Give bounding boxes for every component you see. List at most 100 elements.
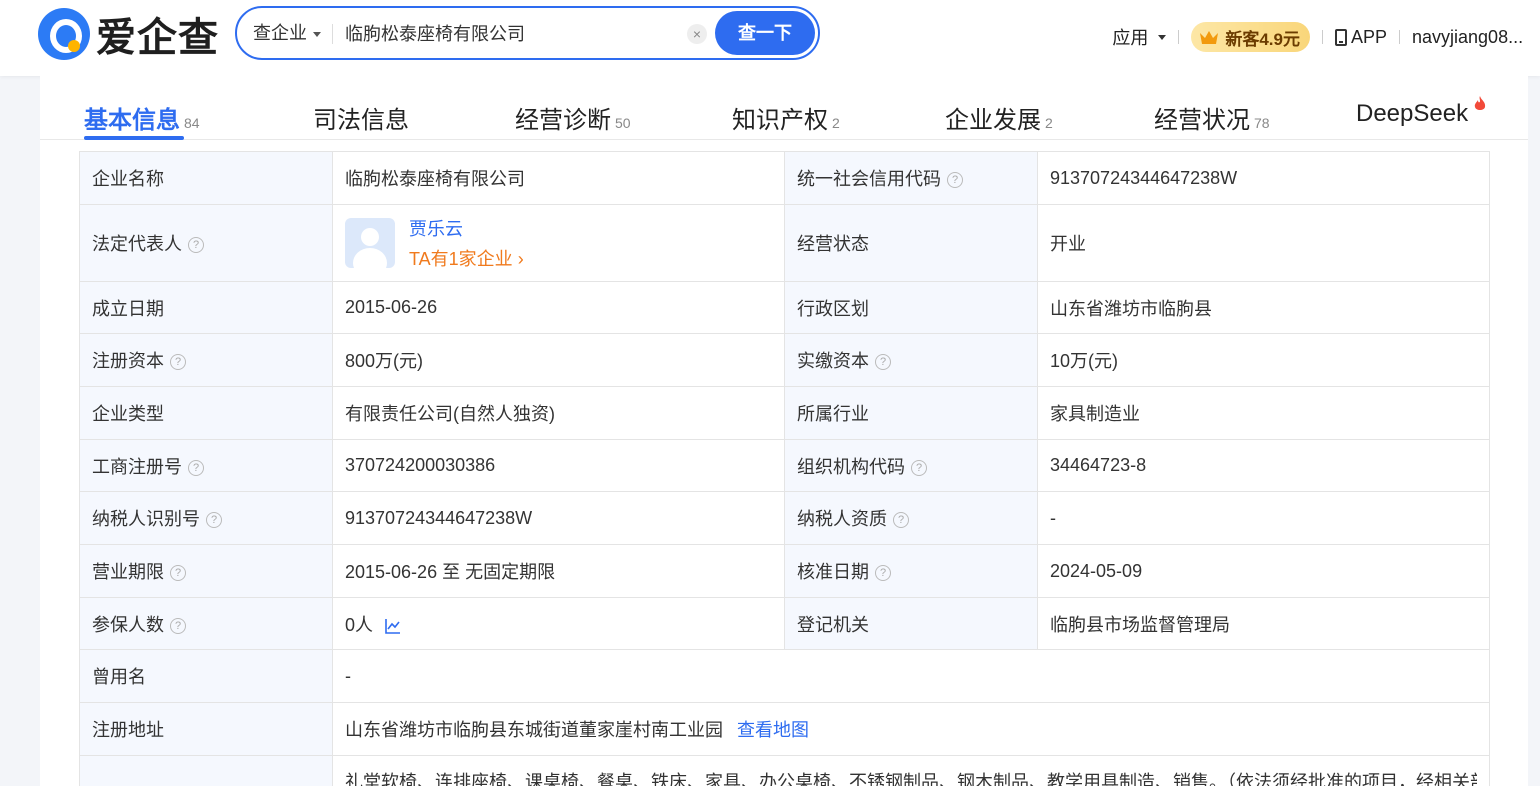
tab-judicial-info[interactable]: 司法信息 [313, 100, 409, 135]
help-icon[interactable]: ? [947, 172, 963, 189]
insured-value: 0人 [332, 597, 785, 650]
insured-count: 0人 [345, 614, 374, 635]
fire-icon [1474, 96, 1486, 110]
tab-count: 2 [1045, 115, 1053, 131]
chevron-down-icon [313, 31, 321, 37]
nav-divider [1399, 30, 1400, 44]
credit-code-label-text: 统一社会信用代码 [797, 169, 941, 189]
apps-menu[interactable]: 应用 [1112, 24, 1167, 50]
credit-code-value: 91370724344647238W [1037, 151, 1490, 205]
app-download-link[interactable]: APP [1334, 26, 1387, 48]
industry-label: 所属行业 [784, 386, 1038, 440]
tab-deepseek[interactable]: DeepSeek [1356, 96, 1486, 128]
search-input[interactable] [345, 18, 675, 48]
active-tab-indicator [84, 136, 184, 140]
help-icon[interactable]: ? [911, 459, 927, 476]
tab-count: 84 [184, 115, 200, 131]
vip-promo-button[interactable]: 新客4.9元 [1191, 22, 1310, 52]
table-row: 企业类型 有限责任公司(自然人独资) 所属行业 家具制造业 [79, 386, 1490, 440]
insured-label: 参保人数? [79, 597, 333, 650]
approval-date-label: 核准日期? [784, 544, 1038, 598]
clear-icon[interactable]: × [687, 24, 707, 44]
credit-code-label: 统一社会信用代码? [784, 151, 1038, 205]
taxpayer-qual-label-text: 纳税人资质 [797, 509, 887, 529]
business-scope-text: 礼堂软椅、连排座椅、课桌椅、餐桌、铁床、家具、办公桌椅、不锈钢制品、钢木制品、教… [345, 772, 1477, 786]
taxpayer-qual-label: 纳税人资质? [784, 491, 1038, 545]
biz-reg-no-label-text: 工商注册号 [92, 456, 182, 477]
table-row: 工商注册号? 370724200030386 组织机构代码? 34464723-… [79, 439, 1490, 492]
tab-business-diagnosis[interactable]: 经营诊断 50 [515, 100, 631, 135]
tab-count: 78 [1254, 115, 1270, 131]
tab-label: 经营诊断 [515, 107, 611, 134]
taxpayer-qual-value: - [1037, 491, 1490, 545]
logo[interactable]: 爱企查 [38, 8, 219, 60]
search-divider [332, 24, 333, 44]
legal-rep-name-link[interactable]: 贾乐云 [409, 215, 524, 241]
org-code-label: 组织机构代码? [784, 439, 1038, 492]
help-icon[interactable]: ? [188, 459, 204, 476]
insured-label-text: 参保人数 [92, 614, 164, 635]
paid-capital-label-text: 实缴资本 [797, 351, 869, 371]
founded-label: 成立日期 [79, 281, 333, 334]
crown-icon [1200, 31, 1219, 44]
reg-capital-value: 800万(元) [332, 333, 785, 387]
legal-rep-companies-text: TA有1家企业 [409, 249, 513, 269]
apps-menu-label: 应用 [1112, 28, 1149, 48]
approval-date-label-text: 核准日期 [797, 562, 869, 582]
table-row: 成立日期 2015-06-26 行政区划 山东省潍坊市临朐县 [79, 281, 1490, 334]
tab-count: 50 [615, 115, 631, 131]
tab-business-status[interactable]: 经营状况 78 [1154, 100, 1270, 135]
chevron-right-icon: › [517, 249, 524, 269]
help-icon[interactable]: ? [893, 512, 909, 529]
help-icon[interactable]: ? [170, 354, 186, 371]
org-code-value: 34464723-8 [1037, 439, 1490, 492]
help-icon[interactable]: ? [875, 354, 891, 371]
search-type-label: 查企业 [253, 23, 307, 43]
scope-value: 礼堂软椅、连排座椅、课桌椅、餐桌、铁床、家具、办公桌椅、不锈钢制品、钢木制品、教… [332, 755, 1490, 786]
tab-intellectual-property[interactable]: 知识产权 2 [732, 100, 840, 135]
tab-label: 基本信息 [84, 107, 180, 134]
phone-icon [1334, 28, 1347, 46]
address-text: 山东省潍坊市临朐县东城街道董家崖村南工业园 [345, 720, 723, 740]
top-header: 爱企查 查企业 × 查一下 应用 新客4.9元 APP navyjiang08.… [0, 0, 1540, 76]
search-button[interactable]: 查一下 [715, 11, 815, 55]
term-label: 营业期限? [79, 544, 333, 598]
help-icon[interactable]: ? [188, 237, 204, 254]
legal-rep-block: 贾乐云 TA有1家企业 › [345, 215, 772, 271]
taxpayer-id-label: 纳税人识别号? [79, 491, 333, 545]
reg-capital-label: 注册资本? [79, 333, 333, 387]
view-map-link[interactable]: 查看地图 [737, 720, 809, 740]
search-type-dropdown[interactable]: 查企业 [253, 8, 321, 58]
taxpayer-id-label-text: 纳税人识别号 [92, 509, 200, 529]
reg-capital-label-text: 注册资本 [92, 351, 164, 371]
trend-chart-icon[interactable] [385, 618, 401, 634]
former-name-value: - [332, 649, 1490, 703]
help-icon[interactable]: ? [206, 512, 222, 529]
legal-rep-label: 法定代表人? [79, 204, 333, 282]
table-row: 礼堂软椅、连排座椅、课桌椅、餐桌、铁床、家具、办公桌椅、不锈钢制品、钢木制品、教… [79, 755, 1490, 786]
region-label: 行政区划 [784, 281, 1038, 334]
legal-rep-companies-link[interactable]: TA有1家企业 › [409, 245, 524, 271]
company-type-label: 企业类型 [79, 386, 333, 440]
chevron-down-icon [1158, 34, 1167, 40]
region-value: 山东省潍坊市临朐县 [1037, 281, 1490, 334]
help-icon[interactable]: ? [170, 565, 186, 582]
avatar[interactable] [345, 218, 395, 268]
approval-date-value: 2024-05-09 [1037, 544, 1490, 598]
address-label: 注册地址 [79, 702, 333, 756]
address-value: 山东省潍坊市临朐县东城街道董家崖村南工业园 查看地图 [332, 702, 1490, 756]
table-row: 企业名称 临朐松泰座椅有限公司 统一社会信用代码? 91370724344647… [79, 151, 1490, 205]
app-label: APP [1350, 26, 1387, 47]
scope-label [79, 755, 333, 786]
user-account-menu[interactable]: navyjiang08... [1412, 27, 1528, 48]
tab-basic-info[interactable]: 基本信息 84 [84, 100, 200, 135]
nav-divider [1321, 30, 1323, 44]
tab-label: 企业发展 [945, 107, 1041, 134]
help-icon[interactable]: ? [875, 565, 891, 582]
term-label-text: 营业期限 [92, 562, 164, 582]
tab-count: 2 [832, 115, 840, 131]
logo-icon [38, 8, 90, 60]
tab-enterprise-development[interactable]: 企业发展 2 [945, 100, 1053, 135]
header-nav: 应用 新客4.9元 APP navyjiang08... [1112, 20, 1528, 54]
help-icon[interactable]: ? [170, 617, 186, 634]
